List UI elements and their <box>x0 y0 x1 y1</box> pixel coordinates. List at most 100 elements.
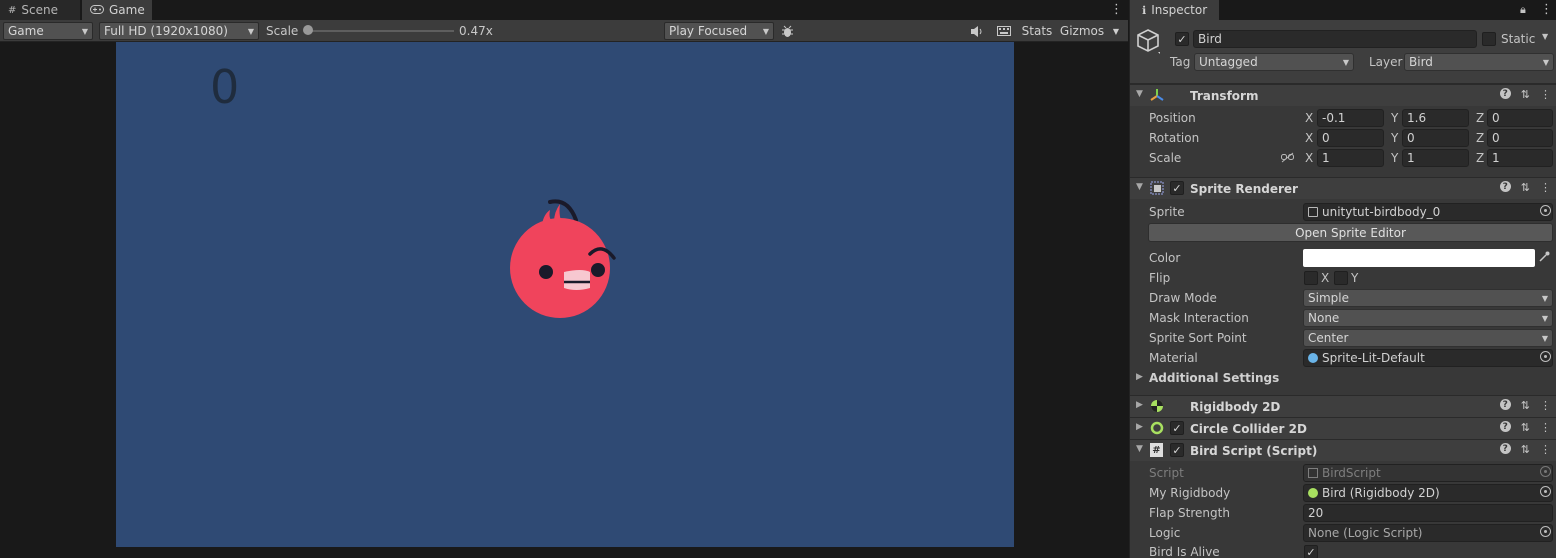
static-checkbox[interactable] <box>1482 32 1496 46</box>
circle-collider-enabled-checkbox[interactable]: ✓ <box>1170 421 1184 435</box>
inspector-menu-icon[interactable]: ⋮ <box>1540 3 1553 16</box>
help-icon[interactable]: ? <box>1499 399 1511 410</box>
foldout-open-icon[interactable]: ▼ <box>1136 444 1143 454</box>
foldout-closed-icon[interactable]: ▶ <box>1136 372 1143 382</box>
sprite-renderer-enabled-checkbox[interactable]: ✓ <box>1170 181 1184 195</box>
static-dropdown-chevron-icon[interactable]: ▼ <box>1542 32 1548 41</box>
rotation-y-field[interactable]: 0 <box>1402 129 1469 147</box>
bird-sprite <box>506 192 626 322</box>
foldout-open-icon[interactable]: ▼ <box>1136 89 1143 99</box>
flip-y-checkbox[interactable] <box>1334 271 1348 285</box>
sprite-renderer-icon <box>1150 181 1164 198</box>
gizmos-dropdown-chevron-icon[interactable]: ▼ <box>1108 22 1124 40</box>
rotation-label: Rotation <box>1149 131 1200 145</box>
keyboard-icon[interactable] <box>993 22 1015 40</box>
my-rigidbody-row: My Rigidbody Bird (Rigidbody 2D) <box>1130 483 1556 503</box>
scale-slider-knob[interactable] <box>303 25 313 35</box>
component-menu-icon[interactable]: ⋮ <box>1540 88 1551 101</box>
sort-point-dropdown[interactable]: Center ▼ <box>1303 329 1553 347</box>
axis-y-label: Y <box>1391 131 1399 145</box>
position-x-field[interactable]: -0.1 <box>1317 109 1384 127</box>
scale-y-field[interactable]: 1 <box>1402 149 1469 167</box>
rigidbody-2d-icon <box>1150 399 1164 416</box>
chevron-down-icon: ▼ <box>1541 313 1548 323</box>
gameobject-name-input[interactable]: Bird <box>1193 30 1477 48</box>
rotation-x-field[interactable]: 0 <box>1317 129 1384 147</box>
open-sprite-editor-button[interactable]: Open Sprite Editor <box>1148 223 1553 242</box>
panel-menu-icon[interactable]: ⋮ <box>1110 3 1123 16</box>
rotation-z-field[interactable]: 0 <box>1487 129 1553 147</box>
resolution-dropdown[interactable]: Full HD (1920x1080) ▼ <box>99 22 259 40</box>
sprite-renderer-component-header[interactable]: ▼ ✓ Sprite Renderer ? ⇅ ⋮ <box>1130 177 1556 199</box>
lock-icon[interactable]: 🔒︎ <box>1520 3 1526 17</box>
flap-strength-field[interactable]: 20 <box>1303 504 1553 522</box>
eyedropper-icon[interactable] <box>1539 251 1550 265</box>
circle-collider-2d-component-header[interactable]: ▶ ✓ Circle Collider 2D ? ⇅ ⋮ <box>1130 417 1556 439</box>
object-picker-icon[interactable] <box>1540 205 1551 216</box>
active-checkbox[interactable]: ✓ <box>1175 32 1189 46</box>
material-object-field[interactable]: Sprite-Lit-Default <box>1303 349 1553 367</box>
sort-point-label: Sprite Sort Point <box>1149 331 1247 345</box>
rigidbody-2d-icon <box>1308 488 1318 498</box>
material-label: Material <box>1149 351 1198 365</box>
play-mode-dropdown[interactable]: Play Focused ▼ <box>664 22 774 40</box>
presets-icon[interactable]: ⇅ <box>1521 443 1530 456</box>
tab-scene[interactable]: # Scene <box>0 0 80 20</box>
bird-script-component-header[interactable]: ▼ # ✓ Bird Script (Script) ? ⇅ ⋮ <box>1130 439 1556 461</box>
rigidbody-2d-component-header[interactable]: ▶ Rigidbody 2D ? ⇅ ⋮ <box>1130 395 1556 417</box>
presets-icon[interactable]: ⇅ <box>1521 421 1530 434</box>
position-y-field[interactable]: 1.6 <box>1402 109 1469 127</box>
game-viewport[interactable]: 0 <box>116 42 1014 547</box>
gameobject-cube-icon[interactable] <box>1136 28 1162 57</box>
foldout-closed-icon[interactable]: ▶ <box>1136 400 1143 410</box>
gizmos-button[interactable]: Gizmos <box>1058 22 1106 40</box>
logic-object-field[interactable]: None (Logic Script) <box>1303 524 1553 542</box>
stats-button[interactable]: Stats <box>1019 22 1055 40</box>
sprite-object-field[interactable]: unitytut-birdbody_0 <box>1303 203 1553 221</box>
bird-script-enabled-checkbox[interactable]: ✓ <box>1170 443 1184 457</box>
tab-inspector[interactable]: ℹ Inspector <box>1130 0 1220 20</box>
foldout-open-icon[interactable]: ▼ <box>1136 182 1143 192</box>
help-icon[interactable]: ? <box>1499 88 1511 99</box>
component-menu-icon[interactable]: ⋮ <box>1540 181 1551 194</box>
presets-icon[interactable]: ⇅ <box>1521 399 1530 412</box>
component-menu-icon[interactable]: ⋮ <box>1540 399 1551 412</box>
help-icon[interactable]: ? <box>1499 443 1511 454</box>
component-menu-icon[interactable]: ⋮ <box>1540 443 1551 456</box>
layer-dropdown[interactable]: Bird ▼ <box>1404 53 1554 71</box>
additional-settings-foldout[interactable]: ▶ Additional Settings <box>1130 368 1556 388</box>
color-label: Color <box>1149 251 1181 265</box>
foldout-closed-icon[interactable]: ▶ <box>1136 422 1143 432</box>
bird-is-alive-checkbox[interactable]: ✓ <box>1304 545 1318 558</box>
bug-icon[interactable] <box>776 22 798 40</box>
scale-z-field[interactable]: 1 <box>1487 149 1553 167</box>
tag-dropdown[interactable]: Untagged ▼ <box>1194 53 1354 71</box>
position-z-field[interactable]: 0 <box>1487 109 1553 127</box>
scale-slider-track[interactable] <box>308 30 454 32</box>
component-menu-icon[interactable]: ⋮ <box>1540 421 1551 434</box>
script-object-field: BirdScript <box>1303 464 1553 482</box>
object-picker-icon[interactable] <box>1540 486 1551 497</box>
transform-component-header[interactable]: ▼ Transform ? ⇅ ⋮ <box>1130 84 1556 106</box>
presets-icon[interactable]: ⇅ <box>1521 181 1530 194</box>
audio-mute-icon[interactable] <box>966 22 988 40</box>
game-panel: # Scene Game ⋮ Game ▼ Full HD (1920x1080… <box>0 0 1128 558</box>
mask-interaction-row: Mask Interaction None ▼ <box>1130 308 1556 328</box>
help-icon[interactable]: ? <box>1499 421 1511 432</box>
flip-x-checkbox[interactable] <box>1304 271 1318 285</box>
color-swatch[interactable] <box>1303 249 1535 267</box>
mask-interaction-dropdown[interactable]: None ▼ <box>1303 309 1553 327</box>
help-icon[interactable]: ? <box>1499 181 1511 192</box>
presets-icon[interactable]: ⇅ <box>1521 88 1530 101</box>
bird-is-alive-label: Bird Is Alive <box>1149 545 1220 558</box>
scale-x-field[interactable]: 1 <box>1317 149 1384 167</box>
flap-strength-label: Flap Strength <box>1149 506 1230 520</box>
gamepad-icon <box>90 3 104 17</box>
object-picker-icon[interactable] <box>1540 351 1551 362</box>
draw-mode-dropdown[interactable]: Simple ▼ <box>1303 289 1553 307</box>
display-dropdown[interactable]: Game ▼ <box>3 22 93 40</box>
constrain-proportions-icon[interactable] <box>1281 152 1294 166</box>
my-rigidbody-object-field[interactable]: Bird (Rigidbody 2D) <box>1303 484 1553 502</box>
tab-game[interactable]: Game <box>82 0 152 20</box>
object-picker-icon[interactable] <box>1540 526 1551 537</box>
